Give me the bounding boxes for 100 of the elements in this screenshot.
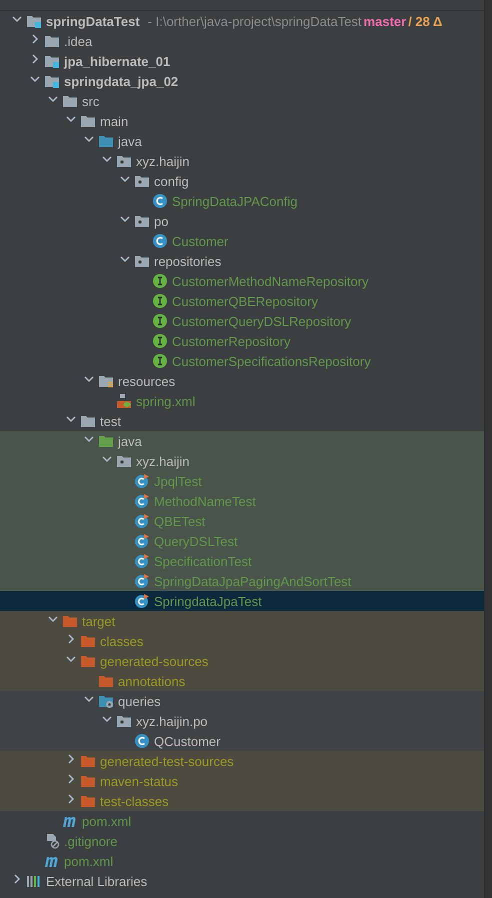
tree-row[interactable]: java (0, 131, 484, 151)
tree-item-label: queries (118, 694, 161, 708)
tree-row[interactable]: CustomerQBERepository (0, 291, 484, 311)
interface-icon (152, 353, 168, 369)
test-class-icon (134, 573, 150, 589)
test-class-icon (134, 553, 150, 569)
folder-icon (80, 113, 96, 129)
folder-icon (80, 633, 96, 649)
class-icon (152, 233, 168, 249)
tree-item-label: resources (118, 374, 176, 388)
tree-row[interactable]: SpecificationTest (0, 551, 484, 571)
folder-icon (62, 613, 78, 629)
interface-icon (152, 293, 168, 309)
test-class-icon (134, 493, 150, 509)
test-class-icon (134, 533, 150, 549)
tree-row[interactable]: xyz.haijin (0, 151, 484, 171)
tree-row[interactable]: pom.xml (0, 851, 484, 871)
tree-row[interactable]: CustomerQueryDSLRepository (0, 311, 484, 331)
tree-row[interactable]: maven-status (0, 771, 484, 791)
tree-row[interactable]: xyz.haijin (0, 451, 484, 471)
tree-item-label: src (82, 94, 100, 108)
tree-row[interactable]: resources (0, 371, 484, 391)
tree-item-label: jpa_hibernate_01 (64, 54, 170, 68)
module-folder-icon (44, 73, 60, 89)
tree-row[interactable]: annotations (0, 671, 484, 691)
package-icon (134, 253, 150, 269)
tree-item-label: External Libraries (46, 874, 148, 888)
tree-item-label: CustomerMethodNameRepository (172, 274, 369, 288)
tree-item-label: maven-status (100, 774, 178, 788)
class-icon (152, 193, 168, 209)
tree-row[interactable]: java (0, 431, 484, 451)
package-icon (134, 173, 150, 189)
tree-item-label: SpecificationTest (154, 554, 252, 568)
package-icon (116, 153, 132, 169)
interface-icon (152, 333, 168, 349)
selected-tree-row[interactable]: SpringdataJpaTest (0, 591, 484, 611)
tree-row[interactable]: Customer (0, 231, 484, 251)
tree-row[interactable]: springdata_jpa_02 (0, 71, 484, 91)
tree-item-label: CustomerRepository (172, 334, 290, 348)
tree-item-label: CustomerQBERepository (172, 294, 318, 308)
tree-item-label: pom.xml (64, 854, 114, 868)
tree-item-label: repositories (154, 254, 222, 268)
tree-row[interactable]: generated-test-sources (0, 751, 484, 771)
tree-item-label: springDataTest (46, 14, 140, 28)
tree-row[interactable]: .idea (0, 31, 484, 51)
module-folder-icon (26, 13, 42, 29)
tree-row[interactable]: External Libraries (0, 871, 484, 891)
module-folder-icon (44, 53, 60, 69)
tree-item-label: .gitignore (64, 834, 118, 848)
tree-row[interactable]: QCustomer (0, 731, 484, 751)
tree-item-label: classes (100, 634, 144, 648)
resources-folder-icon (98, 373, 114, 389)
tree-row[interactable]: CustomerRepository (0, 331, 484, 351)
tree-row[interactable]: QBETest (0, 511, 484, 531)
package-icon (116, 453, 132, 469)
tree-row[interactable]: springDataTest - I:\orther\java-project\springDataTestmaster/ 28 Δ (0, 11, 484, 31)
folder-icon (98, 673, 114, 689)
tree-item-label: QBETest (154, 514, 206, 528)
folder-icon (80, 753, 96, 769)
tree-item-label: xyz.haijin (136, 454, 190, 468)
tree-row[interactable]: spring.xml (0, 391, 484, 411)
tree-item-label: SpringDataJpaPagingAndSortTest (154, 574, 352, 588)
libraries-icon (26, 873, 42, 889)
tree-row[interactable]: SpringDataJpaPagingAndSortTest (0, 571, 484, 591)
ignored-file-icon (44, 833, 60, 849)
tree-row[interactable]: config (0, 171, 484, 191)
tree-row[interactable]: JpqlTest (0, 471, 484, 491)
tree-row[interactable]: CustomerMethodNameRepository (0, 271, 484, 291)
tree-row[interactable]: SpringDataJPAConfig (0, 191, 484, 211)
change-count: / 28 Δ (408, 14, 442, 28)
tree-item-label: CustomerSpecificationsRepository (172, 354, 371, 368)
tree-row[interactable]: repositories (0, 251, 484, 271)
tree-row[interactable]: MethodNameTest (0, 491, 484, 511)
tree-row[interactable]: po (0, 211, 484, 231)
tree-row[interactable]: jpa_hibernate_01 (0, 51, 484, 71)
tree-item-label: SpringdataJpaTest (154, 594, 262, 608)
tree-item-label: java (118, 134, 142, 148)
tree-row[interactable]: main (0, 111, 484, 131)
tree-row[interactable]: src (0, 91, 484, 111)
tree-row[interactable]: pom.xml (0, 811, 484, 831)
tree-row[interactable]: target (0, 611, 484, 631)
tree-row[interactable]: queries (0, 691, 484, 711)
tree-item-label: java (118, 434, 142, 448)
tree-row[interactable]: test (0, 411, 484, 431)
tree-row[interactable]: classes (0, 631, 484, 651)
folder-icon (44, 33, 60, 49)
tree-row[interactable]: generated-sources (0, 651, 484, 671)
test-class-icon (134, 513, 150, 529)
tree-row[interactable]: QueryDSLTest (0, 531, 484, 551)
tree-row[interactable]: test-classes (0, 791, 484, 811)
folder-icon (80, 773, 96, 789)
tree-row[interactable]: .gitignore (0, 831, 484, 851)
folder-icon (80, 793, 96, 809)
interface-icon (152, 313, 168, 329)
tree-row[interactable]: CustomerSpecificationsRepository (0, 351, 484, 371)
tree-item-label: xyz.haijin (136, 154, 190, 168)
gear-folder-icon (98, 693, 114, 709)
tree-row[interactable]: xyz.haijin.po (0, 711, 484, 731)
test-class-icon (134, 593, 150, 609)
tree-item-label: QCustomer (154, 734, 220, 748)
